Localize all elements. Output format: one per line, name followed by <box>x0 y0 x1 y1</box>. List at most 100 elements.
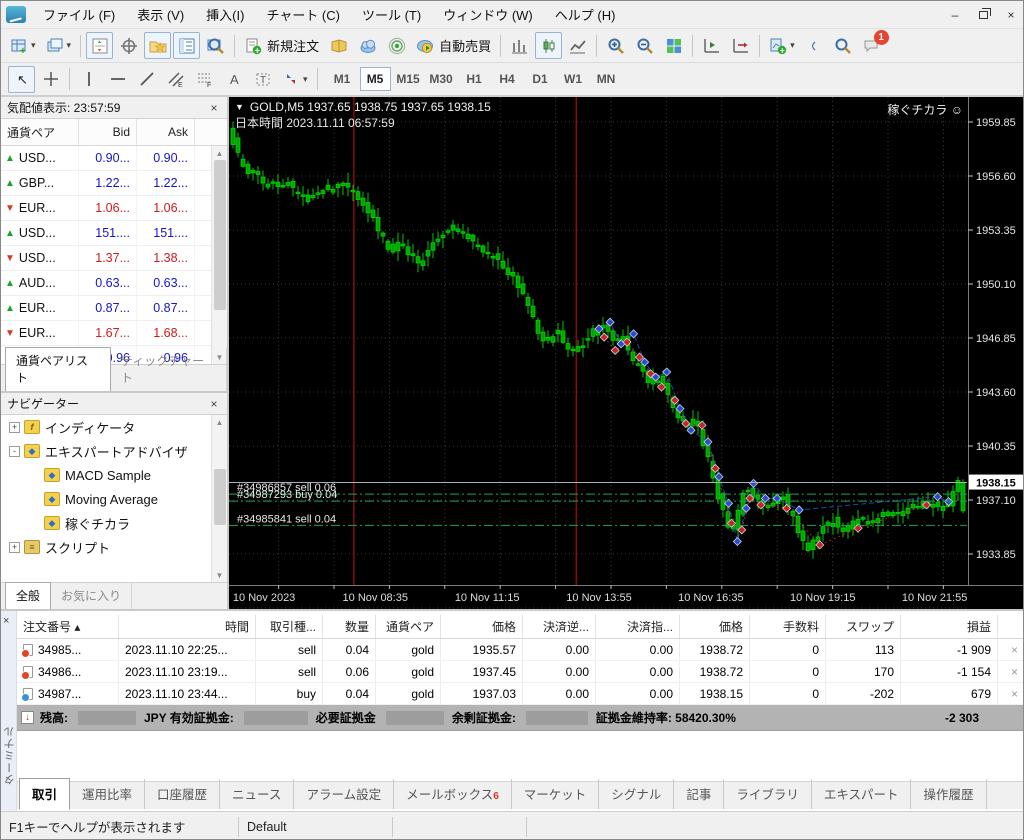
terminal-tab-メールボックス[interactable]: メールボックス6 <box>394 779 512 809</box>
timeframe-d1[interactable]: D1 <box>525 67 556 91</box>
navigator-tab[interactable]: 全般 <box>5 582 52 610</box>
horizontal-line-tool[interactable] <box>104 66 131 93</box>
menu-item-4[interactable]: ツール (T) <box>351 4 432 27</box>
cursor-tool[interactable]: ↖ <box>8 65 35 93</box>
market-watch-scrollbar[interactable]: ▲ ▼ <box>211 146 227 364</box>
tree-expander-icon[interactable]: + <box>9 541 20 553</box>
vertical-line-tool[interactable] <box>75 66 102 93</box>
notifications-button[interactable]: 1 <box>859 30 889 59</box>
navigator-item[interactable]: ◆ 稼ぐチカラ <box>1 511 227 535</box>
orders-col-header-7[interactable]: 決済指... <box>596 615 680 638</box>
market-watch-tab[interactable]: ティックチャート <box>111 348 227 391</box>
order-row[interactable]: 34986... 2023.11.10 23:19... sell 0.06 gold 1… <box>17 661 1023 683</box>
terminal-tab-運用比率[interactable]: 運用比率 <box>70 779 146 809</box>
status-profile[interactable]: Default <box>239 816 393 837</box>
strategy-tester-button[interactable] <box>202 32 229 59</box>
crosshair-tool[interactable] <box>37 66 64 93</box>
chart-menu-icon[interactable]: ▼ <box>235 102 244 112</box>
arrows-tool[interactable]: ▾ <box>278 66 312 93</box>
scrollbar-thumb[interactable] <box>213 160 226 310</box>
channel-tool[interactable]: E <box>162 66 189 93</box>
orders-col-header-6[interactable]: 決済逆... <box>523 615 596 638</box>
periods-button[interactable] <box>801 32 828 59</box>
scroll-up-icon[interactable]: ▲ <box>216 415 224 429</box>
orders-col-header-5[interactable]: 価格 <box>441 615 523 638</box>
orders-col-header-3[interactable]: 数量 <box>323 615 376 638</box>
dropdown-arrow-icon[interactable]: ▾ <box>67 40 72 51</box>
timeframe-m15[interactable]: M15 <box>393 67 424 91</box>
menu-item-3[interactable]: チャート (C) <box>255 4 351 27</box>
label-tool[interactable]: T <box>249 66 276 93</box>
dropdown-arrow-icon[interactable]: ▾ <box>790 40 795 51</box>
candle-chart-button[interactable] <box>535 32 563 59</box>
orders-col-header-10[interactable]: スワップ <box>826 615 901 638</box>
terminal-tab-記事[interactable]: 記事 <box>674 779 725 809</box>
tree-expander-icon[interactable]: + <box>9 421 20 433</box>
market-watch-close-icon[interactable]: × <box>207 101 221 115</box>
market-watch-toggle[interactable] <box>86 32 114 59</box>
orders-col-header-0[interactable]: 注文番号 ▴ <box>17 615 119 638</box>
orders-col-header-2[interactable]: 取引種... <box>256 615 323 638</box>
scroll-up-icon[interactable]: ▲ <box>216 146 224 160</box>
navigator-item[interactable]: - ◆ エキスパートアドバイザ <box>1 439 227 463</box>
price-chart[interactable]: #34986857 sell 0.06#34987293 buy 0.04#34… <box>229 97 1024 609</box>
close-position-icon[interactable]: × <box>1011 687 1018 701</box>
metaeditor-button[interactable] <box>325 32 352 59</box>
market-watch-tab[interactable]: 通貨ペアリスト <box>5 347 111 392</box>
terminal-tab-エキスパート[interactable]: エキスパート <box>812 779 912 809</box>
terminal-tab-ライブラリ[interactable]: ライブラリ <box>724 779 812 809</box>
scroll-down-icon[interactable]: ▼ <box>216 568 224 582</box>
orders-col-header-9[interactable]: 手数料 <box>750 615 826 638</box>
market-watch-row[interactable]: ▼ USD... 1.37... 1.38... <box>1 246 227 271</box>
menu-item-5[interactable]: ウィンドウ (W) <box>432 4 544 27</box>
auto-trading-button[interactable]: 自動売買 <box>412 32 495 59</box>
terminal-tab-シグナル[interactable]: シグナル <box>599 779 675 809</box>
data-window-button[interactable] <box>115 32 142 59</box>
dropdown-arrow-icon[interactable]: ▾ <box>31 40 36 51</box>
tile-windows-button[interactable] <box>660 32 687 59</box>
market-watch-row[interactable]: ▲ GBP... 1.22... 1.22... <box>1 171 227 196</box>
timeframe-w1[interactable]: W1 <box>558 67 589 91</box>
signals-button[interactable] <box>383 32 410 59</box>
market-watch-col-2[interactable]: Ask <box>137 119 195 145</box>
terminal-tab-アラーム設定[interactable]: アラーム設定 <box>294 779 395 809</box>
orders-col-header-12[interactable] <box>998 615 1023 638</box>
menu-item-1[interactable]: 表示 (V) <box>126 4 195 27</box>
fibonacci-tool[interactable]: F <box>191 66 218 93</box>
terminal-close-icon[interactable]: × <box>3 615 9 627</box>
terminal-tab-口座履歴[interactable]: 口座履歴 <box>145 779 221 809</box>
order-row[interactable]: 34987... 2023.11.10 23:44... buy 0.04 gold 19… <box>17 683 1023 705</box>
menu-item-2[interactable]: 挿入(I) <box>195 4 255 27</box>
market-watch-col-1[interactable]: Bid <box>79 119 137 145</box>
close-position-icon[interactable]: × <box>1011 643 1018 657</box>
timeframe-h4[interactable]: H4 <box>492 67 523 91</box>
menu-item-0[interactable]: ファイル (F) <box>32 4 126 27</box>
market-watch-row[interactable]: ▲ AUD... 0.63... 0.63... <box>1 271 227 296</box>
navigator-item[interactable]: + f インディケータ <box>1 415 227 439</box>
terminal-tab-ニュース[interactable]: ニュース <box>220 779 295 809</box>
new-order-button[interactable]: + 新規注文 <box>240 32 323 59</box>
chart-shift-button[interactable] <box>698 32 725 59</box>
new-chart-button[interactable]: + ▾ <box>6 32 40 59</box>
close-button[interactable]: × <box>997 4 1023 26</box>
timeframe-mn[interactable]: MN <box>591 67 622 91</box>
bar-chart-button[interactable] <box>506 32 533 59</box>
scrollbar-thumb[interactable] <box>213 469 226 525</box>
auto-scroll-button[interactable] <box>727 32 754 59</box>
order-row[interactable]: 34985... 2023.11.10 22:25... sell 0.04 gold 1… <box>17 639 1023 661</box>
timeframe-h1[interactable]: H1 <box>459 67 490 91</box>
terminal-tab-取引[interactable]: 取引 <box>19 778 71 810</box>
navigator-close-icon[interactable]: × <box>207 397 221 411</box>
market-watch-row[interactable]: ▲ USD... 151.... 151.... <box>1 221 227 246</box>
navigator-item[interactable]: ◆ Moving Average <box>1 487 227 511</box>
zoom-in-button[interactable] <box>602 32 629 59</box>
terminal-toggle[interactable] <box>173 32 201 59</box>
navigator-item[interactable]: + ≡ スクリプト <box>1 535 227 559</box>
zoom-out-button[interactable] <box>631 32 658 59</box>
restore-button[interactable] <box>969 4 997 26</box>
navigator-scrollbar[interactable]: ▲ ▼ <box>211 415 227 582</box>
navigator-toggle[interactable] <box>144 32 172 59</box>
timeframe-m30[interactable]: M30 <box>426 67 457 91</box>
orders-col-header-1[interactable]: 時間 <box>119 615 256 638</box>
close-position-icon[interactable]: × <box>1011 665 1018 679</box>
